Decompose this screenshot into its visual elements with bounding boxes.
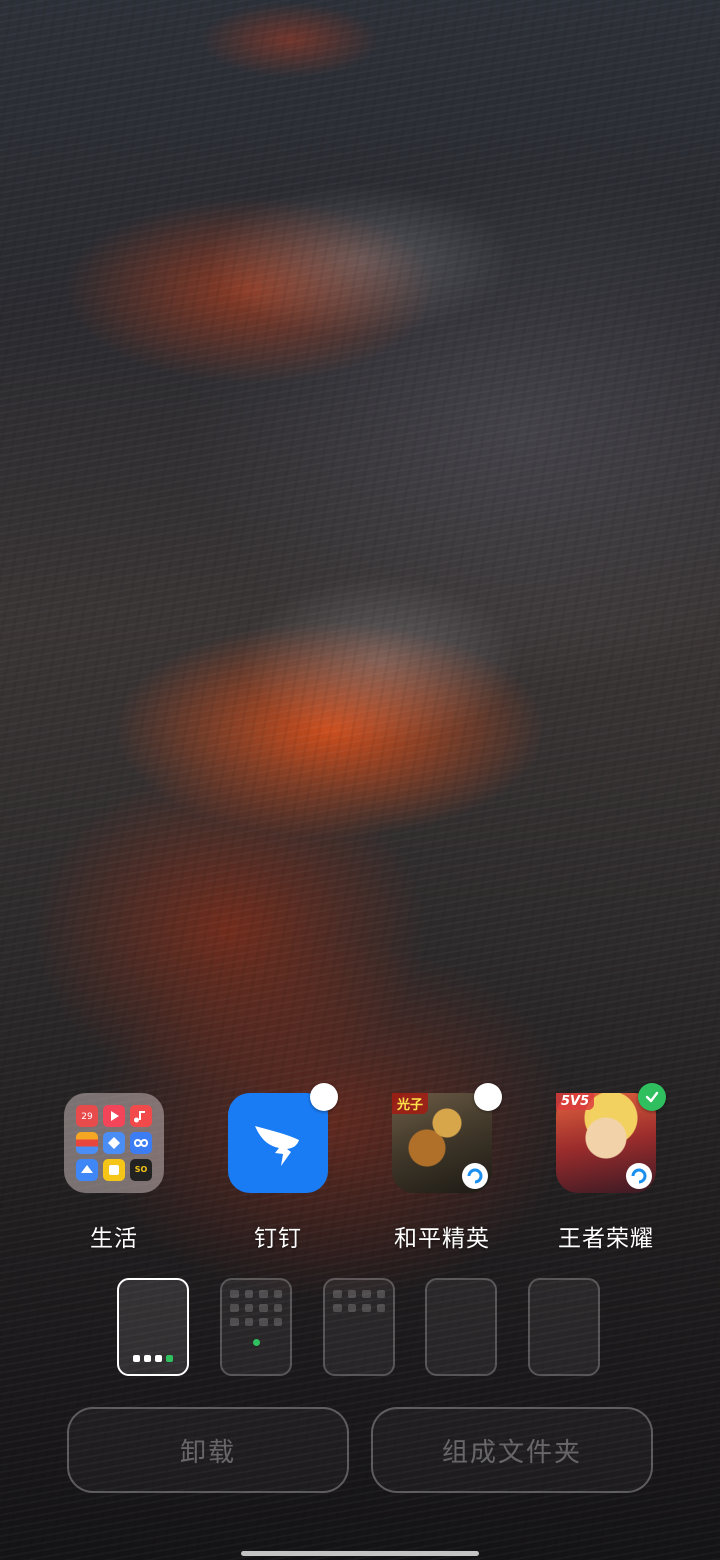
dingtalk-icon <box>228 1083 338 1193</box>
video-icon <box>103 1105 125 1127</box>
home-indicator[interactable] <box>241 1551 479 1556</box>
loop-icon <box>130 1132 152 1154</box>
theme-icon <box>103 1132 125 1154</box>
tencent-games-icon <box>462 1163 488 1189</box>
make-folder-button[interactable]: 组成文件夹 <box>371 1407 653 1493</box>
page-thumb-3[interactable] <box>323 1278 395 1376</box>
app-folder-life[interactable]: 29 SO 生活 <box>44 1093 184 1253</box>
selection-circle[interactable] <box>310 1083 338 1111</box>
calendar-icon: 29 <box>76 1105 98 1127</box>
game-badge: 光子 <box>392 1093 429 1114</box>
music-icon <box>130 1105 152 1127</box>
page-thumb-1[interactable] <box>117 1278 189 1376</box>
so-app-icon: SO <box>130 1159 152 1181</box>
selected-check-icon[interactable] <box>638 1083 666 1111</box>
page-indicator <box>119 1355 187 1362</box>
wallet-icon <box>76 1132 98 1154</box>
app-label: 生活 <box>90 1226 138 1252</box>
notes-icon <box>103 1159 125 1181</box>
tencent-games-icon <box>626 1163 652 1189</box>
honor-of-kings-icon: 5V5 <box>556 1093 656 1193</box>
page-thumb-5[interactable] <box>528 1278 600 1376</box>
folder-icon: 29 SO <box>64 1093 164 1193</box>
page-indicator <box>222 1339 290 1346</box>
app-peace-elite[interactable]: 光子 和平精英 <box>372 1083 512 1253</box>
game-badge: 5V5 <box>556 1093 595 1110</box>
app-label: 和平精英 <box>394 1226 490 1252</box>
page-preview-grid <box>333 1290 385 1312</box>
selection-circle[interactable] <box>474 1083 502 1111</box>
peace-elite-icon: 光子 <box>392 1093 492 1193</box>
app-label: 王者荣耀 <box>558 1226 654 1252</box>
uninstall-button[interactable]: 卸载 <box>67 1407 349 1493</box>
page-preview-grid <box>230 1290 282 1326</box>
app-honor-of-kings[interactable]: 5V5 王者荣耀 <box>536 1083 676 1253</box>
page-thumb-2[interactable] <box>220 1278 292 1376</box>
page-thumb-4[interactable] <box>425 1278 497 1376</box>
dingtalk-wing-icon <box>255 1126 299 1166</box>
cloud-icon <box>76 1159 98 1181</box>
app-dingtalk[interactable]: 钉钉 <box>208 1083 348 1253</box>
app-label: 钉钉 <box>254 1226 302 1252</box>
